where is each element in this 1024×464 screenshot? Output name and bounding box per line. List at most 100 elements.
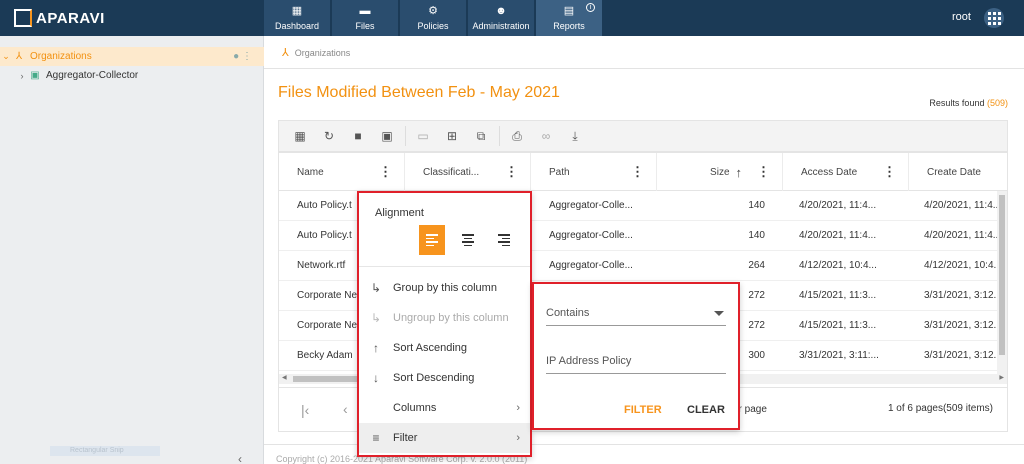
print-icon[interactable]: ⎙ xyxy=(506,125,528,147)
column-header-access-date[interactable]: Access Date ⋮ xyxy=(783,153,909,191)
grid-header: Name ⋮ Classificati... ⋮ Path ⋮ Size ↑ ⋮… xyxy=(279,153,1007,191)
menu-item-label: Sort Ascending xyxy=(393,342,467,354)
column-header-create-date[interactable]: Create Date xyxy=(909,153,1007,191)
scroll-left-icon[interactable]: ◀ xyxy=(282,374,287,381)
previous-page-icon[interactable]: ‹ xyxy=(343,401,348,417)
collapse-sidebar-icon[interactable]: ‹ xyxy=(238,452,242,464)
chevron-right-icon: › xyxy=(516,432,520,444)
align-right-button[interactable] xyxy=(491,225,517,255)
dashboard-icon: ▦ xyxy=(291,5,303,17)
cell-create-date: 3/31/2021, 3:12... xyxy=(924,290,999,301)
clear-button[interactable]: CLEAR xyxy=(687,404,725,416)
menu-item-label: Sort Descending xyxy=(393,372,475,384)
cell-access-date: 4/15/2021, 11:3... xyxy=(799,290,877,301)
cell-access-date: 4/12/2021, 10:4... xyxy=(799,260,877,271)
menu-item-group[interactable]: ↳ Group by this column xyxy=(359,273,530,303)
column-menu-icon[interactable]: ⋮ xyxy=(631,164,644,180)
menu-item-sort-descending[interactable]: ↓ Sort Descending xyxy=(359,363,530,393)
toolbar-divider xyxy=(499,126,500,146)
menu-divider xyxy=(359,266,530,267)
clipboard-icon: ▤ xyxy=(563,5,575,17)
nav-administration-label: Administration xyxy=(472,21,530,31)
column-menu-icon[interactable]: ⋮ xyxy=(505,164,518,180)
scroll-right-icon[interactable]: ▶ xyxy=(999,374,1004,381)
column-label: Path xyxy=(549,166,570,178)
tree-item-label: Aggregator-Collector xyxy=(46,70,139,81)
tree-item-label: Organizations xyxy=(30,51,92,62)
cell-access-date: 3/31/2021, 3:11:... xyxy=(799,350,879,361)
cell-size: 140 xyxy=(748,200,765,211)
nav-policies-label: Policies xyxy=(417,21,449,31)
snip-tooltip: Rectangular Snip xyxy=(50,446,160,456)
menu-item-sort-ascending[interactable]: ↑ Sort Ascending xyxy=(359,333,530,363)
tree-item-organizations[interactable]: ⌄ ⅄ Organizations ● ⋮ xyxy=(0,47,264,66)
page-title: Files Modified Between Feb - May 2021 xyxy=(278,84,560,101)
vertical-scrollbar[interactable] xyxy=(997,191,1007,374)
copy-icon[interactable]: ⧉ xyxy=(470,125,492,147)
chevron-down-icon[interactable]: ⌄ xyxy=(0,51,12,62)
nav-dashboard[interactable]: ▦ Dashboard xyxy=(264,0,330,36)
menu-item-label: Ungroup by this column xyxy=(393,312,509,324)
cell-path: Aggregator-Colle... xyxy=(549,260,633,271)
nav-dashboard-label: Dashboard xyxy=(274,21,320,31)
first-page-icon[interactable]: |‹ xyxy=(301,402,309,418)
column-header-size[interactable]: Size ↑ ⋮ xyxy=(657,153,783,191)
link-icon[interactable]: ∞ xyxy=(535,125,557,147)
refresh-icon[interactable]: ↻ xyxy=(318,125,340,147)
main-nav: ▦ Dashboard ▬ Files ⚙ Policies ☻ Adminis… xyxy=(264,0,604,36)
save-icon[interactable]: ■ xyxy=(347,125,369,147)
menu-item-columns[interactable]: Columns › xyxy=(359,393,530,423)
cell-create-date: 4/20/2021, 11:4... xyxy=(924,200,999,211)
filter-operator-select[interactable]: Contains xyxy=(546,302,726,326)
column-menu-icon[interactable]: ⋮ xyxy=(379,164,392,180)
cell-access-date: 4/20/2021, 11:4... xyxy=(799,200,877,211)
save-as-icon[interactable]: ▣ xyxy=(376,125,398,147)
align-left-button[interactable] xyxy=(419,225,445,255)
grid-toolbar: ▦ ↻ ■ ▣ ▭ ⊞ ⧉ ⎙ ∞ ⤓ xyxy=(278,120,1008,152)
column-header-path[interactable]: Path ⋮ xyxy=(531,153,657,191)
results-label: Results found xyxy=(929,98,985,108)
user-name[interactable]: root xyxy=(952,11,971,23)
top-bar: APARAVI ▦ Dashboard ▬ Files ⚙ Policies ☻… xyxy=(0,0,1024,36)
cell-path: Aggregator-Colle... xyxy=(549,200,633,211)
info-icon[interactable]: i xyxy=(586,3,595,12)
filter-button[interactable]: FILTER xyxy=(624,404,662,416)
users-icon: ☻ xyxy=(495,5,507,17)
nav-policies[interactable]: ⚙ Policies xyxy=(400,0,466,36)
menu-item-filter[interactable]: ≡ Filter › xyxy=(359,423,530,453)
align-center-button[interactable] xyxy=(455,225,481,255)
chevron-right-icon[interactable]: › xyxy=(16,71,28,81)
column-label: Classificati... xyxy=(423,166,480,178)
column-header-classification[interactable]: Classificati... ⋮ xyxy=(405,153,531,191)
more-options-icon[interactable]: ● ⋮ xyxy=(233,51,252,62)
nav-administration[interactable]: ☻ Administration xyxy=(468,0,534,36)
breadcrumb-label[interactable]: Organizations xyxy=(295,48,351,58)
sidebar: ⌄ ⅄ Organizations ● ⋮ › ▣ Aggregator-Col… xyxy=(0,36,264,464)
column-menu-icon[interactable]: ⋮ xyxy=(883,164,896,180)
layout-icon[interactable]: ▭ xyxy=(412,125,434,147)
nav-files[interactable]: ▬ Files xyxy=(332,0,398,36)
apps-grid-icon[interactable] xyxy=(984,8,1004,28)
add-icon[interactable]: ⊞ xyxy=(441,125,463,147)
menu-item-label: Group by this column xyxy=(393,282,497,294)
menu-item-ungroup: ↳ Ungroup by this column xyxy=(359,303,530,333)
chevron-right-icon: › xyxy=(516,402,520,414)
filter-operator-value: Contains xyxy=(546,307,590,319)
download-icon[interactable]: ⤓ xyxy=(564,125,586,147)
aparavi-logo[interactable]: APARAVI xyxy=(14,9,105,27)
results-found: Results found (509) xyxy=(929,98,1008,108)
column-header-name[interactable]: Name ⋮ xyxy=(279,153,405,191)
tree-item-aggregator-collector[interactable]: › ▣ Aggregator-Collector xyxy=(0,66,264,85)
table-icon[interactable]: ▦ xyxy=(289,125,311,147)
dropdown-arrow-icon xyxy=(714,311,724,316)
group-icon: ↳ xyxy=(370,281,382,295)
arrow-down-icon: ↓ xyxy=(373,371,379,385)
organization-icon: ⅄ xyxy=(282,47,289,59)
column-menu-icon[interactable]: ⋮ xyxy=(757,164,770,180)
logo-mark-icon xyxy=(14,9,32,27)
nav-reports-label: Reports xyxy=(553,21,585,31)
cell-access-date: 4/20/2021, 11:4... xyxy=(799,230,877,241)
filter-value-input[interactable]: IP Address Policy xyxy=(546,350,726,374)
cell-size: 140 xyxy=(748,230,765,241)
sort-ascending-icon: ↑ xyxy=(735,164,743,180)
